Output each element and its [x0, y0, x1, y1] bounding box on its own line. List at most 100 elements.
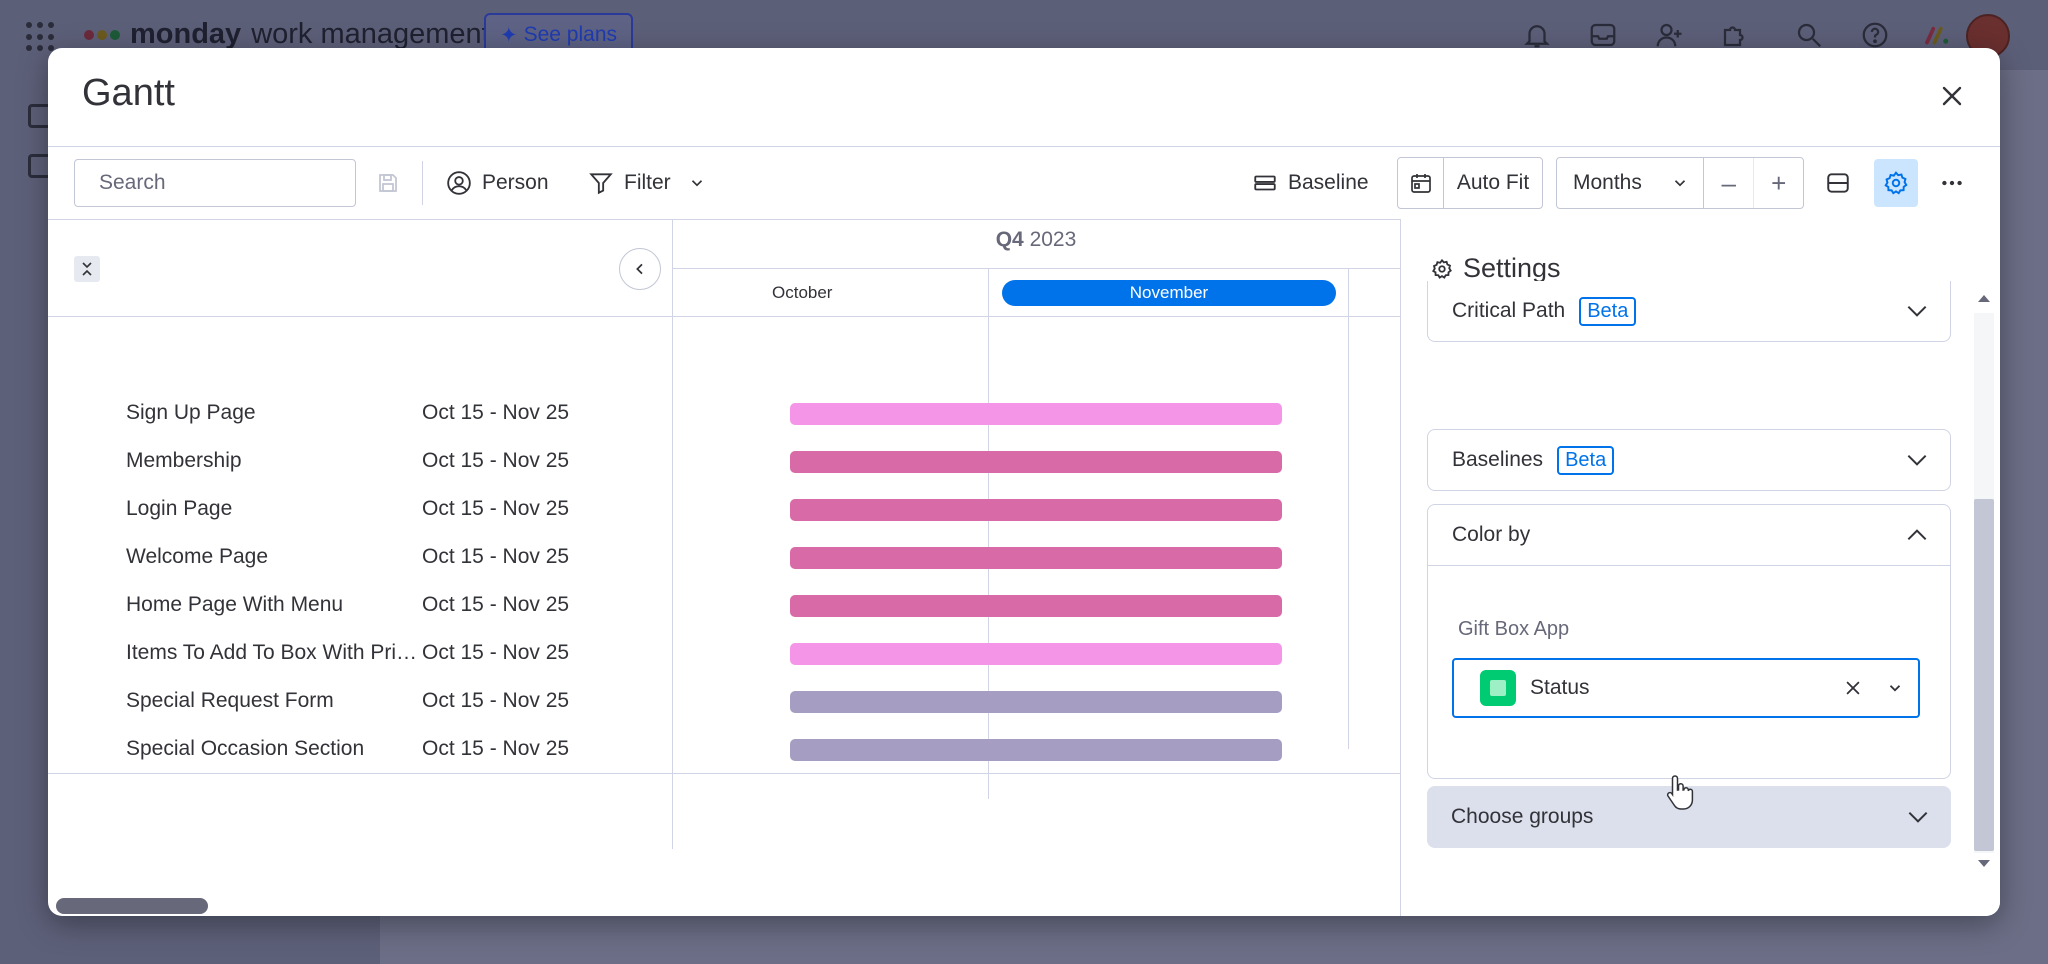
- task-dates: Oct 15 - Nov 25: [422, 593, 570, 616]
- task-dates: Oct 15 - Nov 25: [422, 545, 570, 568]
- filter-dropdown-button[interactable]: [688, 159, 706, 207]
- chevron-down-icon: [1907, 305, 1927, 317]
- brand-name: monday: [130, 18, 242, 50]
- see-plans-label: See plans: [523, 23, 618, 46]
- scrollbar-thumb[interactable]: [1974, 499, 1994, 851]
- monday-logo-icon: [84, 29, 120, 40]
- invite-icon[interactable]: [1654, 20, 1684, 50]
- bell-icon[interactable]: [1522, 20, 1552, 50]
- task-row[interactable]: Special Occasion Section Oct 15 - Nov 25: [126, 731, 656, 767]
- month-gridline: [988, 269, 989, 799]
- critical-path-section[interactable]: Critical Path Beta: [1427, 281, 1951, 342]
- settings-button[interactable]: [1874, 159, 1918, 207]
- collapse-all-button[interactable]: [74, 256, 100, 282]
- color-column-select[interactable]: Status: [1452, 658, 1920, 718]
- months-label: Months: [1573, 171, 1642, 194]
- scroll-up-icon[interactable]: [1977, 293, 1991, 303]
- save-view-button[interactable]: [376, 159, 400, 207]
- toolbar-divider: [48, 219, 1400, 220]
- timeline-quarter: Q4 2023: [672, 228, 1400, 252]
- more-icon: [1942, 180, 1962, 186]
- month-gridline: [1348, 269, 1349, 749]
- status-column-icon: [1480, 670, 1516, 706]
- chevron-down-icon: [1907, 454, 1927, 466]
- quarter-label: Q4: [995, 228, 1024, 251]
- choose-groups-label: Choose groups: [1451, 805, 1594, 828]
- calendar-icon: [1410, 174, 1431, 193]
- rows-bottom-divider: [48, 773, 1400, 774]
- inbox-icon[interactable]: [1588, 20, 1618, 50]
- color-by-header[interactable]: Color by: [1428, 505, 1950, 565]
- task-bar[interactable]: [790, 643, 1282, 665]
- task-bar[interactable]: [790, 451, 1282, 473]
- color-by-label: Color by: [1452, 523, 1531, 546]
- months-select[interactable]: Months: [1557, 158, 1704, 208]
- baseline-icon: [1254, 175, 1276, 191]
- close-button[interactable]: [1934, 78, 1970, 114]
- apps-puzzle-icon[interactable]: [1720, 20, 1750, 50]
- task-row[interactable]: Login Page Oct 15 - Nov 25: [126, 491, 656, 527]
- task-dates: Oct 15 - Nov 25: [422, 497, 570, 520]
- color-by-section: Color by Gift Box App Status: [1427, 504, 1951, 779]
- settings-panel: Settings Critical Path Beta Baselines Be…: [1400, 219, 2000, 916]
- search-icon[interactable]: [1794, 20, 1824, 50]
- search-field[interactable]: [74, 159, 370, 207]
- task-name: Membership: [126, 449, 242, 472]
- split-view-button[interactable]: [1816, 159, 1860, 207]
- filter-button[interactable]: Filter: [588, 159, 671, 207]
- scroll-down-icon[interactable]: [1977, 859, 1991, 869]
- baseline-button[interactable]: Baseline: [1252, 159, 1369, 207]
- apps-grid-icon[interactable]: [26, 22, 56, 52]
- task-bar[interactable]: [790, 547, 1282, 569]
- person-filter-button[interactable]: Person: [446, 159, 549, 207]
- baselines-section[interactable]: Baselines Beta: [1427, 429, 1951, 491]
- clear-icon[interactable]: [1844, 679, 1862, 697]
- time-scale-group: Months – +: [1556, 157, 1804, 209]
- task-bar[interactable]: [790, 739, 1282, 761]
- task-dates: Oct 15 - Nov 25: [422, 641, 570, 664]
- person-label: Person: [482, 171, 549, 194]
- horizontal-scrollbar[interactable]: [56, 898, 208, 914]
- task-bar[interactable]: [790, 499, 1282, 521]
- task-bar[interactable]: [790, 691, 1282, 713]
- task-bar[interactable]: [790, 595, 1282, 617]
- chevron-down-icon[interactable]: [1886, 679, 1904, 697]
- zoom-in-button[interactable]: +: [1753, 158, 1803, 208]
- task-dates: Oct 15 - Nov 25: [422, 449, 570, 472]
- timeline-prev-button[interactable]: [619, 248, 661, 290]
- task-row[interactable]: Membership Oct 15 - Nov 25: [126, 443, 656, 479]
- auto-fit-button[interactable]: Auto Fit: [1444, 158, 1542, 208]
- beta-badge: Beta: [1579, 296, 1637, 326]
- hand-cursor-icon: [1666, 775, 1694, 810]
- more-options-button[interactable]: [1930, 159, 1974, 207]
- close-icon: [1942, 86, 1962, 106]
- task-row[interactable]: Special Request Form Oct 15 - Nov 25: [126, 683, 656, 719]
- month-october: October: [772, 283, 833, 302]
- calendar-button[interactable]: [1398, 158, 1444, 208]
- gantt-toolbar: Person Filter Baseline Auto Fit Months –…: [48, 147, 2000, 219]
- task-dates: Oct 15 - Nov 25: [422, 689, 570, 712]
- task-name: Items To Add To Box With Pric...: [126, 641, 422, 664]
- beta-badge: Beta: [1557, 445, 1615, 475]
- task-name: Sign Up Page: [126, 401, 256, 424]
- settings-scrollbar[interactable]: [1971, 289, 1994, 867]
- task-row[interactable]: Home Page With Menu Oct 15 - Nov 25: [126, 587, 656, 623]
- search-input[interactable]: [99, 171, 370, 195]
- sparkle-icon: ✦: [500, 23, 518, 47]
- task-name: Home Page With Menu: [126, 593, 344, 616]
- task-row[interactable]: Items To Add To Box With Pric... Oct 15 -…: [126, 635, 656, 671]
- task-bar[interactable]: [790, 403, 1282, 425]
- help-icon[interactable]: [1860, 20, 1890, 50]
- month-november-active[interactable]: November: [1002, 280, 1336, 306]
- task-name: Special Request Form: [126, 689, 334, 712]
- monday-apps-icon[interactable]: [1922, 20, 1952, 50]
- task-name: Login Page: [126, 497, 233, 520]
- modal-title: Gantt: [82, 72, 175, 114]
- settings-title: Settings: [1463, 253, 1561, 283]
- chevron-down-icon: [691, 180, 703, 187]
- header-divider: [48, 316, 1400, 317]
- task-row[interactable]: Sign Up Page Oct 15 - Nov 25: [126, 395, 656, 431]
- task-dates: Oct 15 - Nov 25: [422, 401, 570, 424]
- zoom-out-button[interactable]: –: [1704, 158, 1754, 208]
- task-row[interactable]: Welcome Page Oct 15 - Nov 25: [126, 539, 656, 575]
